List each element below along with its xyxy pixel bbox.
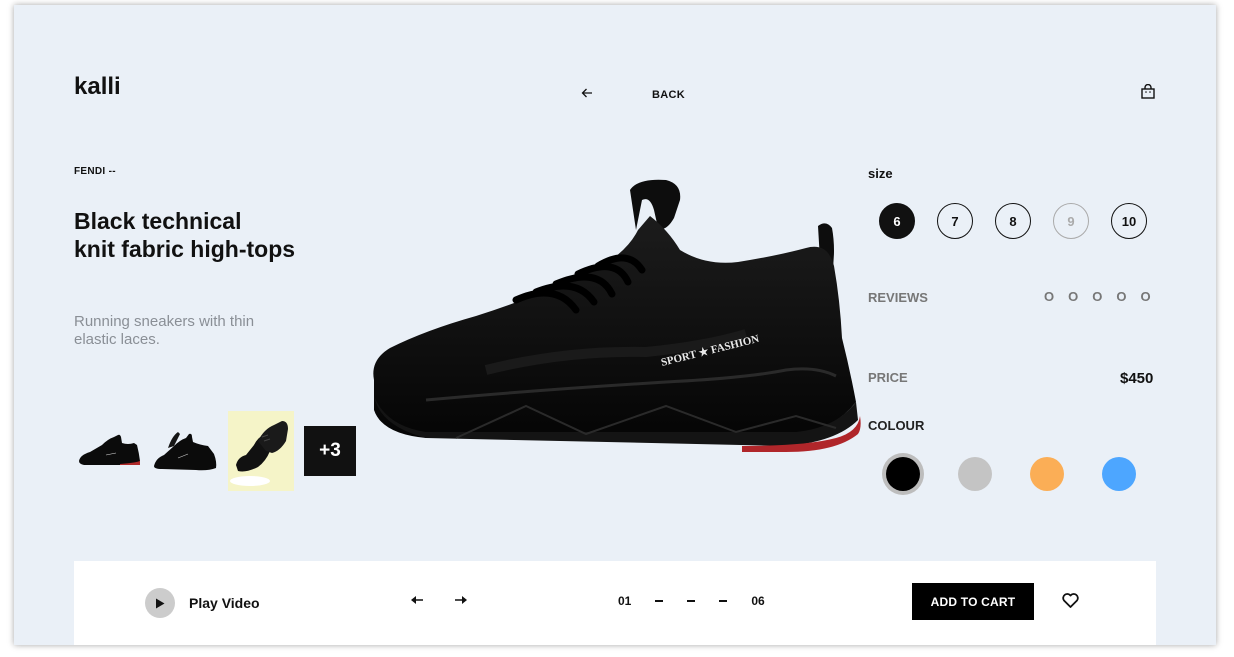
product-title-line-1: Black technical bbox=[74, 208, 242, 234]
play-video-button[interactable]: Play Video bbox=[145, 588, 260, 618]
designer-label: FENDI -- bbox=[74, 166, 116, 177]
reviews-heading: REVIEWS bbox=[868, 290, 928, 305]
rating-star-3[interactable]: O bbox=[1092, 289, 1102, 304]
back-button[interactable]: BACK bbox=[580, 85, 685, 101]
arrow-left-icon[interactable] bbox=[410, 593, 424, 607]
size-selector: 6 7 8 9 10 bbox=[879, 203, 1169, 239]
colour-swatch-grey[interactable] bbox=[958, 457, 992, 491]
product-page: kalli BACK FENDI -- Black technical knit… bbox=[14, 5, 1216, 645]
thumbnail-2[interactable] bbox=[152, 411, 218, 491]
product-description: Running sneakers with thin elastic laces… bbox=[74, 313, 255, 348]
back-label: BACK bbox=[652, 89, 685, 101]
brand-logo[interactable]: kalli bbox=[74, 73, 121, 101]
add-to-cart-button[interactable]: ADD TO CART bbox=[912, 583, 1034, 620]
shopping-bag-icon[interactable] bbox=[1141, 83, 1157, 100]
size-option-8[interactable]: 8 bbox=[995, 203, 1031, 239]
thumbnail-1[interactable] bbox=[76, 411, 142, 491]
arrow-left-icon bbox=[580, 86, 594, 100]
thumbnail-gallery: +3 bbox=[76, 411, 356, 491]
more-images-button[interactable]: +3 bbox=[304, 426, 356, 476]
rating-star-4[interactable]: O bbox=[1116, 289, 1126, 304]
thumbnail-3[interactable] bbox=[228, 411, 294, 491]
page-dash bbox=[719, 600, 728, 602]
arrow-right-icon[interactable] bbox=[454, 593, 468, 607]
page-dash bbox=[655, 600, 664, 602]
page-current: 01 bbox=[618, 594, 632, 608]
product-title-line-2: knit fabric high-tops bbox=[74, 236, 296, 262]
colour-swatch-orange[interactable] bbox=[1030, 457, 1064, 491]
review-rating: O O O O O bbox=[1044, 289, 1165, 304]
colour-heading: COLOUR bbox=[868, 418, 925, 433]
image-navigation bbox=[410, 593, 498, 607]
page-total: 06 bbox=[751, 594, 765, 608]
size-option-7[interactable]: 7 bbox=[937, 203, 973, 239]
colour-selector bbox=[886, 457, 1174, 491]
rating-star-2[interactable]: O bbox=[1068, 289, 1078, 304]
size-option-9[interactable]: 9 bbox=[1053, 203, 1089, 239]
page-indicator: 01 06 bbox=[618, 594, 765, 608]
size-option-10[interactable]: 10 bbox=[1111, 203, 1147, 239]
product-title: Black technical knit fabric high-tops bbox=[74, 207, 374, 263]
play-video-label: Play Video bbox=[189, 595, 260, 611]
colour-swatch-black[interactable] bbox=[886, 457, 920, 491]
play-icon bbox=[145, 588, 175, 618]
page-dash bbox=[687, 600, 696, 602]
price-value: $450 bbox=[1120, 370, 1154, 387]
price-heading: PRICE bbox=[868, 370, 908, 385]
colour-swatch-blue[interactable] bbox=[1102, 457, 1136, 491]
product-hero-image: SPORT ★ FASHION bbox=[366, 170, 866, 460]
bottom-action-bar: Play Video 01 06 ADD TO CART bbox=[74, 561, 1156, 645]
rating-star-1[interactable]: O bbox=[1044, 289, 1054, 304]
heart-icon[interactable] bbox=[1062, 593, 1080, 609]
rating-star-5[interactable]: O bbox=[1141, 289, 1151, 304]
size-option-6[interactable]: 6 bbox=[879, 203, 915, 239]
size-heading: size bbox=[868, 166, 893, 181]
